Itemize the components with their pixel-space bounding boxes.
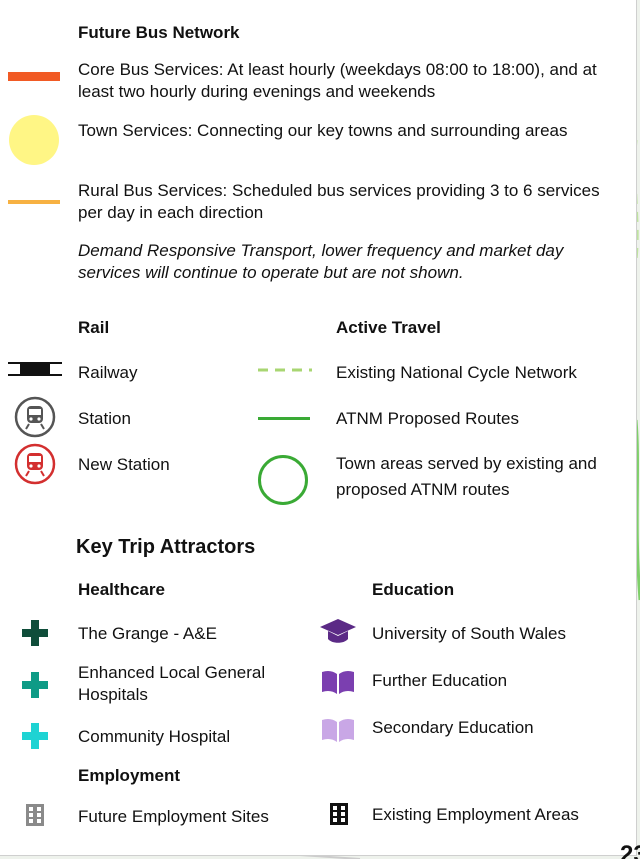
grange-label: The Grange - A&E xyxy=(78,624,217,643)
town-services-label: Town Services: Connecting our key towns … xyxy=(78,121,568,140)
national-cycle-network-label: Existing National Cycle Network xyxy=(336,363,577,382)
core-bus-line-symbol xyxy=(8,72,60,81)
secondary-education-book-icon xyxy=(322,718,354,742)
future-employment-building-icon xyxy=(26,804,44,826)
town-areas-label: Town areas served by existing and propos… xyxy=(336,454,597,499)
rural-bus-line-symbol xyxy=(8,200,60,204)
town-services-circle-symbol xyxy=(9,115,59,165)
town-areas-circle-symbol xyxy=(258,455,308,505)
education-title: Education xyxy=(372,580,455,599)
grange-cross-icon xyxy=(22,620,48,646)
further-education-book-icon xyxy=(322,670,354,694)
station-label: Station xyxy=(78,409,131,428)
railway-label: Railway xyxy=(78,363,138,382)
core-bus-services-label: Core Bus Services: At least hourly (week… xyxy=(78,60,597,101)
new-station-label: New Station xyxy=(78,455,170,474)
new-station-icon xyxy=(14,443,56,485)
existing-employment-building-icon xyxy=(330,803,348,825)
bus-network-note: Demand Responsive Transport, lower frequ… xyxy=(78,241,564,282)
further-education-label: Further Education xyxy=(372,671,508,690)
rural-bus-services-label: Rural Bus Services: Scheduled bus servic… xyxy=(78,181,600,222)
station-icon xyxy=(14,396,56,438)
university-label: University of South Wales xyxy=(372,624,566,643)
healthcare-title: Healthcare xyxy=(78,580,165,599)
national-cycle-network-line-symbol xyxy=(258,368,312,372)
rail-title: Rail xyxy=(78,318,110,337)
map-legend: Future Bus Network Core Bus Services: At… xyxy=(0,0,637,856)
key-trip-attractors-title: Key Trip Attractors xyxy=(76,536,256,558)
community-hospital-label: Community Hospital xyxy=(78,727,231,746)
secondary-education-label: Secondary Education xyxy=(372,718,534,737)
enhanced-hospital-cross-icon xyxy=(22,672,48,698)
community-hospital-cross-icon xyxy=(22,723,48,749)
graduation-cap-icon xyxy=(320,619,356,643)
atnm-proposed-routes-label: ATNM Proposed Routes xyxy=(336,409,519,428)
bus-network-title: Future Bus Network xyxy=(78,23,240,42)
existing-employment-label: Existing Employment Areas xyxy=(372,805,579,824)
atnm-proposed-routes-line-symbol xyxy=(258,417,310,420)
employment-title: Employment xyxy=(78,766,181,785)
railway-line-icon xyxy=(8,362,62,376)
enhanced-hospitals-label: Enhanced Local General Hospitals xyxy=(78,663,266,704)
active-travel-title: Active Travel xyxy=(336,318,441,337)
future-employment-label: Future Employment Sites xyxy=(78,807,269,826)
page-number: 23 xyxy=(620,843,640,859)
